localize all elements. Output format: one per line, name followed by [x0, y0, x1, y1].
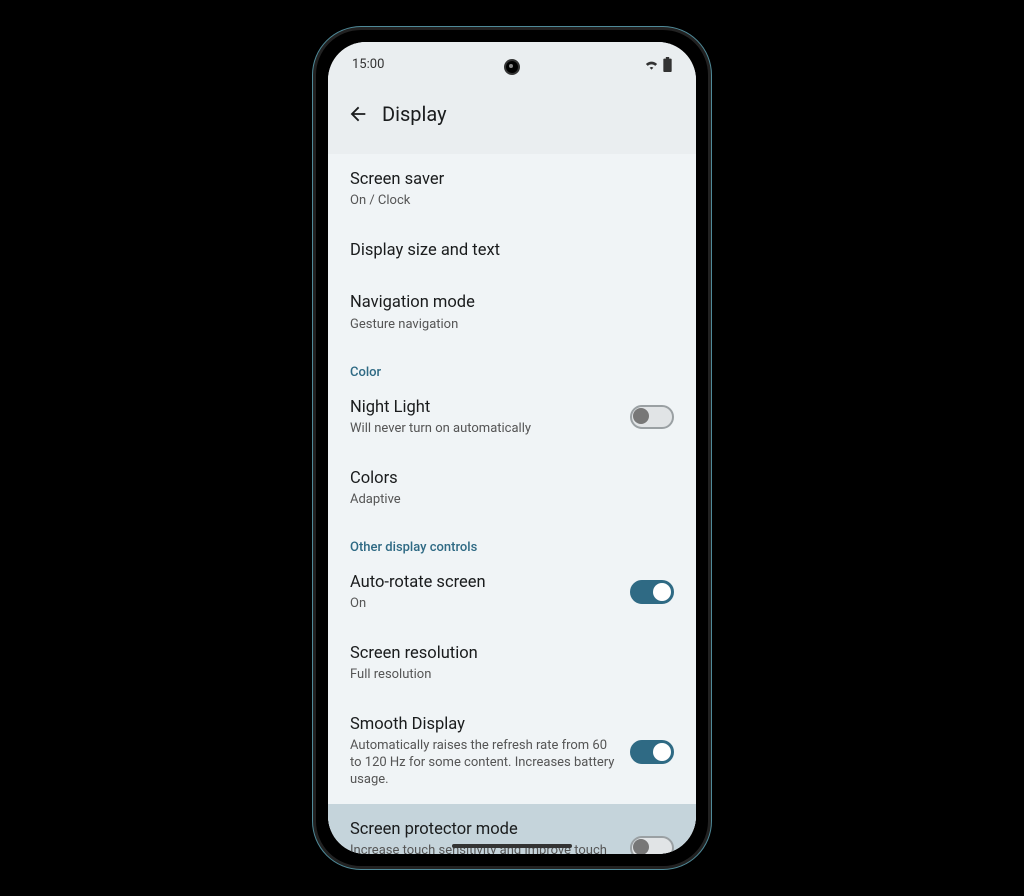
item-night-light[interactable]: Night Light Will never turn on automatic…: [328, 382, 696, 453]
item-subtitle: Adaptive: [350, 492, 674, 509]
wifi-icon: [644, 58, 659, 70]
item-title: Display size and text: [350, 240, 674, 262]
item-subtitle: On / Clock: [350, 193, 674, 210]
item-colors[interactable]: Colors Adaptive: [328, 453, 696, 524]
auto-rotate-toggle[interactable]: [630, 580, 674, 604]
item-subtitle: Gesture navigation: [350, 317, 674, 334]
smooth-display-toggle[interactable]: [630, 740, 674, 764]
item-title: Navigation mode: [350, 292, 674, 314]
status-time: 15:00: [352, 57, 384, 72]
arrow-back-icon: [347, 103, 369, 125]
battery-icon: [663, 57, 672, 72]
item-subtitle: Automatically raises the refresh rate fr…: [350, 738, 618, 789]
back-button[interactable]: [340, 96, 376, 132]
item-screen-resolution[interactable]: Screen resolution Full resolution: [328, 628, 696, 699]
phone-frame: 15:00 Display Screen saver On / Clock Di…: [313, 27, 711, 869]
item-display-size[interactable]: Display size and text: [328, 225, 696, 277]
item-screen-saver[interactable]: Screen saver On / Clock: [328, 154, 696, 225]
page-title: Display: [382, 102, 447, 126]
status-icons: [644, 57, 672, 72]
item-subtitle: Will never turn on automatically: [350, 421, 531, 438]
night-light-toggle[interactable]: [630, 405, 674, 429]
section-color: Color: [328, 349, 696, 382]
item-title: Screen saver: [350, 169, 674, 191]
item-auto-rotate[interactable]: Auto-rotate screen On: [328, 557, 696, 628]
item-subtitle: On: [350, 596, 486, 613]
phone-screen: 15:00 Display Screen saver On / Clock Di…: [328, 42, 696, 854]
screen-protector-toggle[interactable]: [630, 836, 674, 854]
item-navigation-mode[interactable]: Navigation mode Gesture navigation: [328, 277, 696, 348]
item-title: Colors: [350, 468, 674, 490]
settings-list[interactable]: Screen saver On / Clock Display size and…: [328, 154, 696, 854]
item-title: Auto-rotate screen: [350, 572, 486, 594]
camera-hole-icon: [504, 59, 520, 75]
item-title: Night Light: [350, 397, 531, 419]
page-header: Display: [328, 86, 696, 154]
item-title: Screen resolution: [350, 643, 674, 665]
item-subtitle: Full resolution: [350, 667, 674, 684]
nav-handle-icon[interactable]: [452, 844, 572, 848]
section-other: Other display controls: [328, 524, 696, 557]
item-title: Smooth Display: [350, 714, 618, 736]
item-smooth-display[interactable]: Smooth Display Automatically raises the …: [328, 699, 696, 804]
item-title: Screen protector mode: [350, 819, 618, 841]
